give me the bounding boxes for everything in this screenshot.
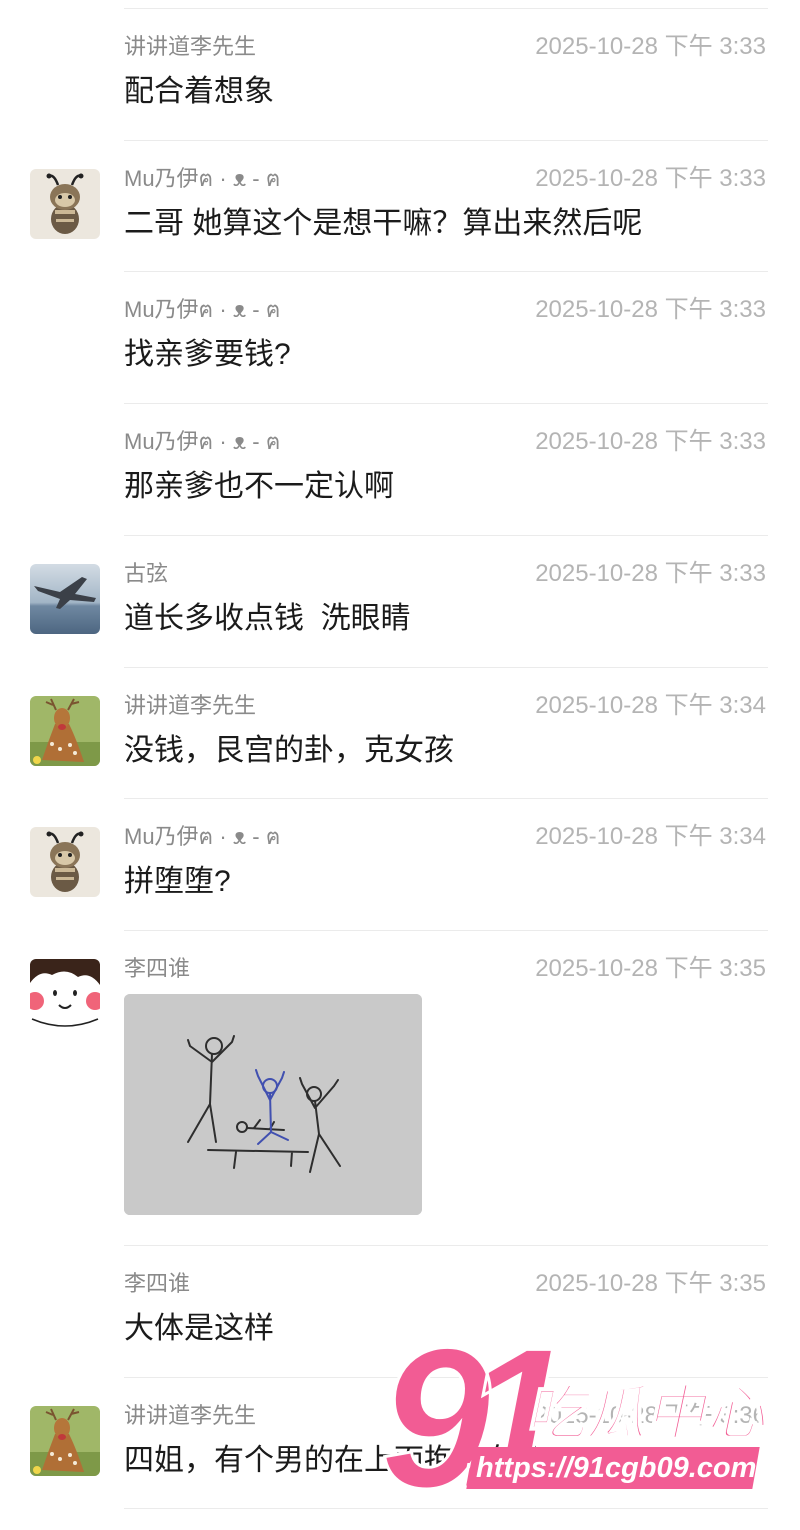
watermark-logo-text: 吃瓜中心 [522, 1379, 778, 1448]
sender-name[interactable]: Mu乃伊ฅ · ᴥ - ฅ [124, 297, 280, 323]
sender-name[interactable]: 讲讲道李先生 [124, 34, 256, 60]
message-text[interactable]: 找亲爹要钱? [124, 336, 291, 374]
deer-avatar-icon [30, 1406, 100, 1476]
sender-name[interactable]: 李四谁 [124, 956, 190, 982]
watermark-logo-number: 91 [378, 1307, 574, 1530]
fighter-jet-avatar-icon [30, 564, 100, 634]
sender-name[interactable]: Mu乃伊ฅ · ᴥ - ฅ [124, 429, 280, 455]
avatar[interactable] [30, 959, 100, 1029]
mummy-cat-avatar-icon [30, 169, 100, 239]
sender-name[interactable]: 讲讲道李先生 [124, 693, 256, 719]
avatar[interactable] [30, 696, 100, 766]
chat-message-list[interactable]: 讲讲道李先生 2025-10-28 下午 3:33 配合着想象 Mu乃伊ฅ · … [0, 0, 800, 1522]
avatar[interactable] [30, 1406, 100, 1476]
message-text[interactable]: 那亲爹也不一定认啊 [124, 468, 394, 506]
message-text[interactable]: 二哥 她算这个是想干嘛？算出来然后呢 [124, 205, 642, 243]
watermark-url: https://91cgb09.com [476, 1452, 757, 1484]
sender-name[interactable]: 古弦 [124, 561, 168, 587]
message-time: 2025-10-28 下午 3:33 [535, 296, 766, 323]
message-time: 2025-10-28 下午 3:33 [535, 33, 766, 60]
avatar[interactable] [30, 827, 100, 897]
message-image[interactable] [124, 994, 422, 1215]
deer-avatar-icon [30, 696, 100, 766]
message-text[interactable]: 道长多收点钱 洗眼睛 [124, 600, 411, 638]
avatar[interactable] [30, 564, 100, 634]
message-text[interactable]: 大体是这样 [124, 1310, 274, 1348]
mummy-cat-avatar-icon [30, 827, 100, 897]
message-time: 2025-10-28 下午 3:33 [535, 165, 766, 192]
avatar[interactable] [30, 169, 100, 239]
message-text[interactable]: 拼堕堕? [124, 863, 231, 901]
sender-name[interactable]: 李四谁 [124, 1271, 190, 1297]
message-text[interactable]: 没钱，艮宫的卦，克女孩 [124, 732, 454, 770]
message-time: 2025-10-28 下午 3:33 [535, 428, 766, 455]
sender-name[interactable]: Mu乃伊ฅ · ᴥ - ฅ [124, 824, 280, 850]
cartoon-face-avatar-icon [30, 959, 100, 1029]
sender-name[interactable]: 讲讲道李先生 [124, 1403, 256, 1429]
message-text[interactable]: 配合着想象 [124, 73, 274, 111]
message-time: 2025-10-28 下午 3:35 [535, 1270, 766, 1297]
message-time: 2025-10-28 下午 3:35 [535, 955, 766, 982]
message-time: 2025-10-28 下午 3:33 [535, 560, 766, 587]
message-time: 2025-10-28 下午 3:34 [535, 692, 766, 719]
message-time: 2025-10-28 下午 3:34 [535, 823, 766, 850]
sender-name[interactable]: Mu乃伊ฅ · ᴥ - ฅ [124, 166, 280, 192]
stick-figure-drawing-image [124, 994, 422, 1215]
